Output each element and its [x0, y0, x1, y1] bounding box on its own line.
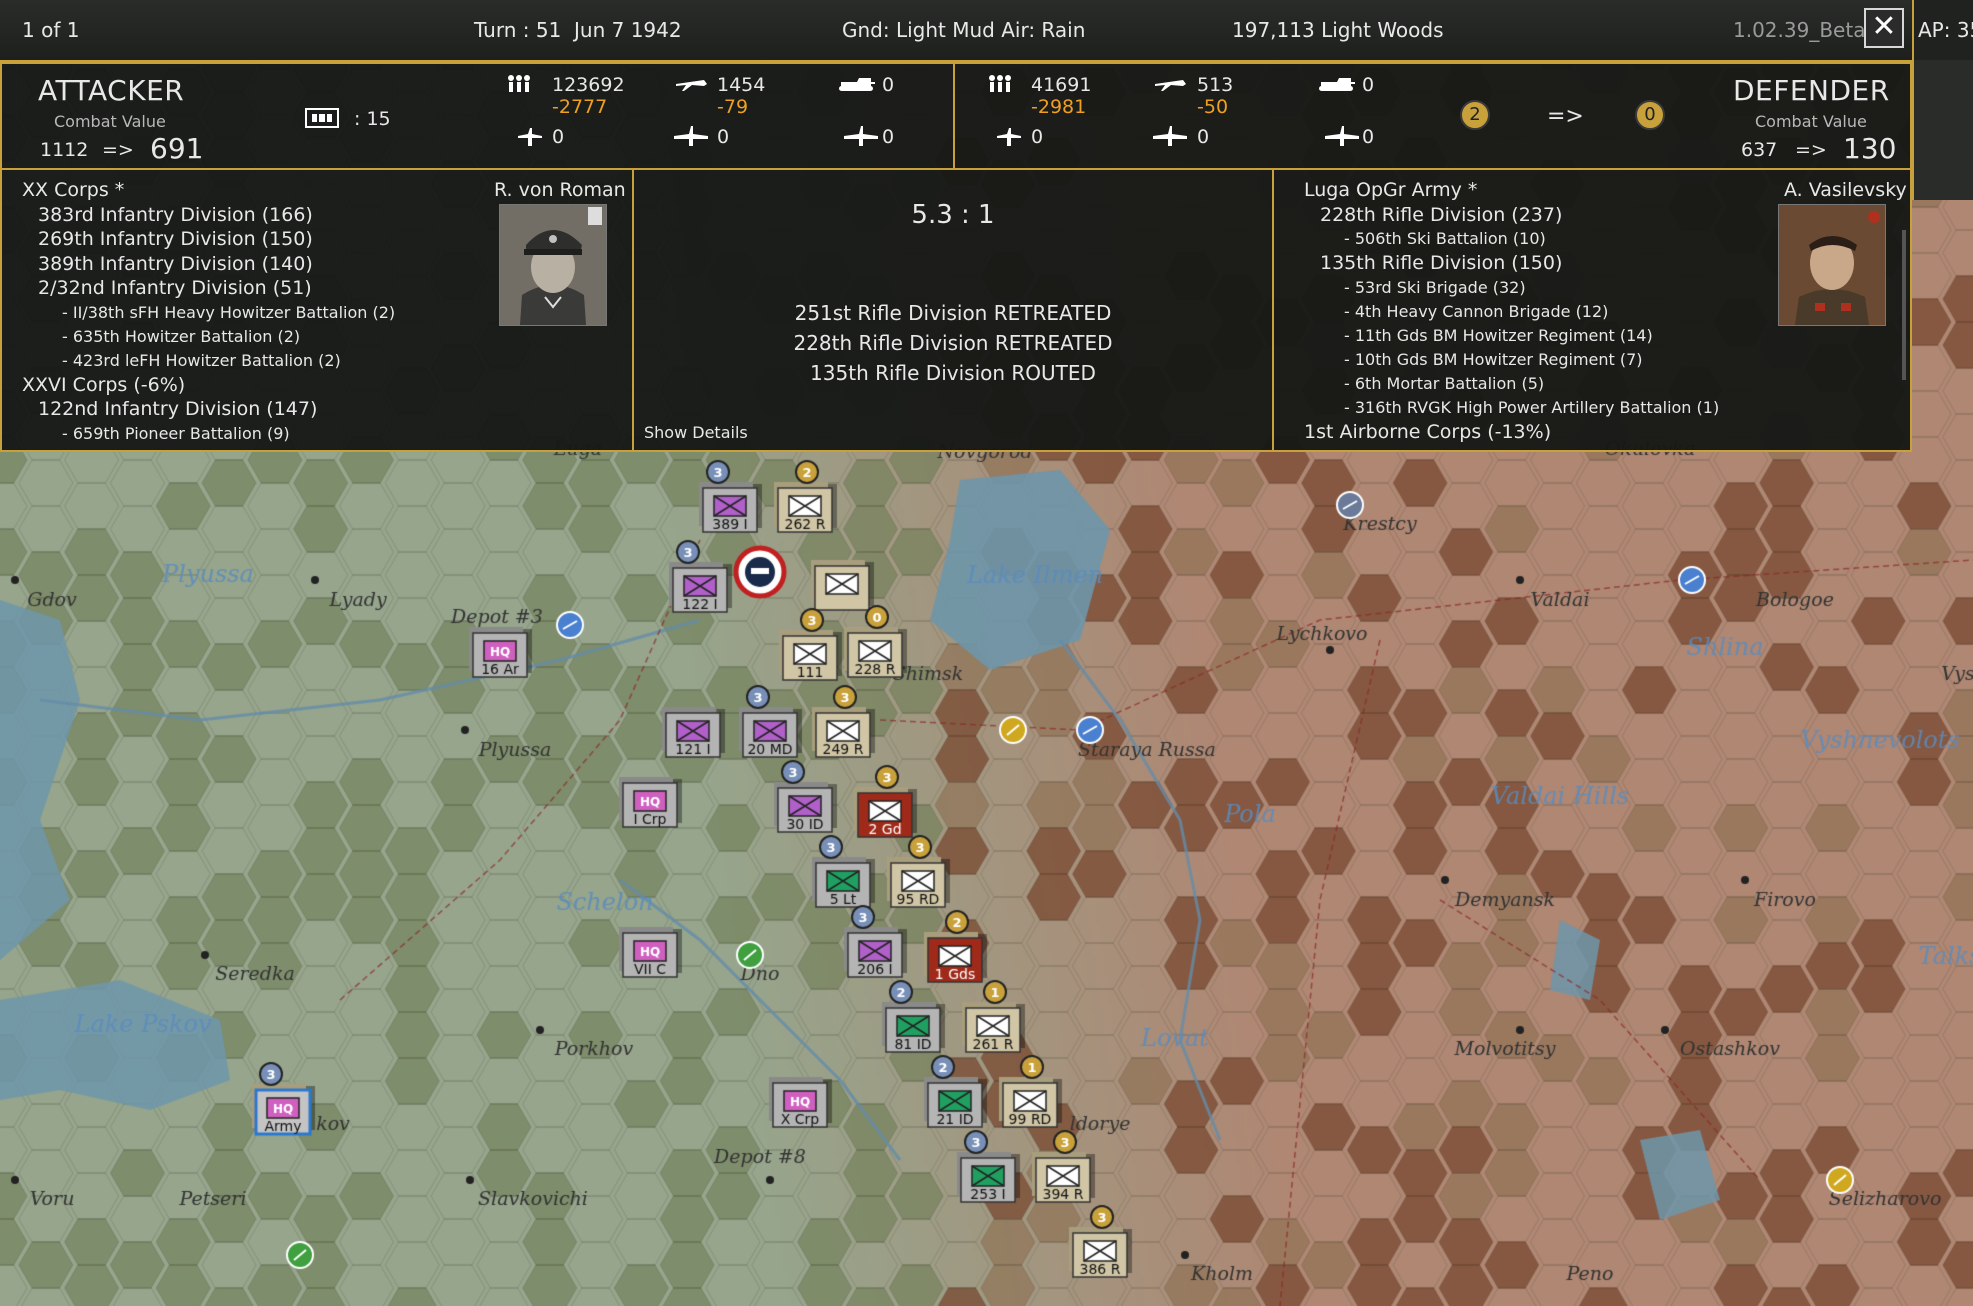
support-unit-entry: - 659th Pioneer Battalion (9): [62, 423, 290, 443]
fort-level-to-badge: 0: [1635, 100, 1665, 130]
attacker-stats-panel: ATTACKER Combat Value 1112 => 691 : 15 1…: [0, 62, 955, 170]
support-unit-entry: - 635th Howitzer Battalion (2): [62, 326, 301, 346]
top-bar: 1 of 1 Turn : 51 Jun 7 1942 Gnd: Light M…: [0, 0, 1912, 63]
division-entry: 389th Infantry Division (140): [38, 252, 313, 275]
defender-aircraft: 513: [1197, 74, 1234, 96]
tank-icon: [1319, 78, 1355, 91]
support-unit-entry: - 10th Gds BM Howitzer Regiment (7): [1344, 349, 1643, 369]
attacker-cv-label: Combat Value: [54, 112, 166, 131]
defender-unit-list: Luga OpGr Army * 228th Rifle Division (23…: [1304, 178, 1719, 444]
corps-entry: XXVI Corps (-6%): [22, 373, 186, 396]
fighter-icon: [1155, 80, 1186, 91]
division-entry: 122nd Infantry Division (147): [38, 398, 318, 420]
attacker-commander-portrait: [499, 204, 607, 326]
fighter-icon: [676, 80, 707, 91]
corps-entry: 1st Airborne Corps (-13%): [1304, 420, 1552, 443]
attacker-cv-to: 691: [150, 132, 204, 165]
attacker-aircraft: 1454: [717, 74, 766, 96]
attacker-men: 123692: [552, 74, 625, 96]
division-entry: 228th Rifle Division (237): [1320, 203, 1563, 226]
attacker-guns: 0: [552, 126, 565, 148]
corps-entry: XX Corps *: [22, 179, 125, 201]
defender-men-loss: -2981: [1031, 96, 1087, 118]
defender-list-scrollbar[interactable]: [1902, 230, 1906, 380]
defender-commander-name: A. Vasilevsky: [1784, 179, 1907, 201]
bomber-icon: [1153, 126, 1187, 146]
result-line-3: 135th Rifle Division ROUTED: [810, 361, 1096, 385]
side-strip: [1912, 60, 1973, 200]
support-unit-entry: - 4th Heavy Cannon Brigade (12): [1344, 301, 1609, 321]
defender-units-panel: Luga OpGr Army * 228th Rifle Division (23…: [1272, 168, 1912, 452]
weather-label: Gnd: Light Mud Air: Rain: [842, 18, 1086, 42]
support-unit-entry: - 53rd Ski Brigade (32): [1344, 277, 1526, 297]
transport-icon: [1325, 126, 1359, 146]
division-entry: 135th Rifle Division (150): [1320, 252, 1563, 274]
corps-entry: Luga OpGr Army *: [1304, 179, 1478, 201]
defender-cv-arrow: =>: [1795, 139, 1827, 161]
defender-bombers: 0: [1362, 126, 1375, 148]
division-entry: 269th Infantry Division (150): [38, 228, 313, 250]
defender-cv-to: 130: [1843, 132, 1897, 165]
turn-label: Turn : 51: [474, 18, 562, 42]
defender-aircraft-loss: -50: [1197, 96, 1229, 118]
support-unit-entry: - 423rd leFH Howitzer Battalion (2): [62, 350, 341, 370]
defender-title: DEFENDER: [1733, 74, 1890, 107]
defender-air-support: 0: [1197, 126, 1210, 148]
attacker-cv-from: 1112: [40, 139, 89, 161]
result-line-1: 251st Rifle Division RETREATED: [794, 301, 1112, 325]
defender-guns: 0: [1031, 126, 1044, 148]
men-icon: [989, 75, 1011, 92]
division-entry: 383rd Infantry Division (166): [38, 203, 313, 226]
transport-icon: [844, 126, 878, 146]
version-label: 1.02.39_Beta: [1733, 18, 1866, 42]
support-unit-entry: - 6th Mortar Battalion (5): [1344, 373, 1545, 393]
defender-cv-label: Combat Value: [1755, 112, 1867, 131]
attacker-hq-count: : 15: [354, 108, 391, 130]
date-label: Jun 7 1942: [574, 18, 682, 42]
result-line-2: 228th Rifle Division RETREATED: [793, 331, 1113, 355]
bomber-icon: [674, 126, 708, 146]
attacker-unit-list: XX Corps * 383rd Infantry Division (166) 2…: [22, 178, 395, 446]
fort-arrow: =>: [1547, 104, 1584, 129]
show-details-link[interactable]: Show Details: [644, 423, 748, 442]
attacker-commander-name: R. von Roman: [494, 179, 626, 201]
attacker-bombers: 0: [882, 126, 895, 148]
hq-icon: [305, 108, 339, 128]
attacker-men-loss: -2777: [552, 96, 608, 118]
support-unit-entry: - II/38th sFH Heavy Howitzer Battalion (…: [62, 302, 396, 322]
support-unit-entry: - 11th Gds BM Howitzer Regiment (14): [1344, 325, 1653, 345]
attacker-cv-arrow: =>: [102, 139, 134, 161]
defender-stats-panel: 41691 -2981 513 -50 0 0 0 0 2 => 0 DEFEN…: [953, 62, 1912, 170]
attacker-aircraft-loss: -79: [717, 96, 749, 118]
support-unit-entry: - 316th RVGK High Power Artillery Battal…: [1344, 397, 1720, 417]
tank-icon: [839, 78, 875, 91]
fort-level-from-badge: 2: [1460, 100, 1490, 130]
close-button[interactable]: ✕: [1864, 8, 1904, 48]
attacker-title: ATTACKER: [38, 74, 185, 107]
ground-support-icon: [997, 128, 1021, 146]
defender-commander-portrait: [1778, 204, 1886, 326]
action-points: AP: 35: [1912, 0, 1973, 63]
defender-tanks: 0: [1362, 74, 1375, 96]
defender-men: 41691: [1031, 74, 1092, 96]
attacker-air-support: 0: [717, 126, 730, 148]
attacker-units-panel: XX Corps * 383rd Infantry Division (166) 2…: [0, 168, 634, 452]
page-indicator: 1 of 1: [22, 18, 80, 42]
attacker-tanks: 0: [882, 74, 895, 96]
combat-result-panel: 5.3 : 1 251st Rifle Division RETREATED 2…: [632, 168, 1274, 452]
ground-support-icon: [518, 128, 542, 146]
ap-label: AP: 35: [1918, 18, 1973, 42]
defender-cv-from: 637: [1741, 139, 1778, 161]
men-icon: [508, 75, 530, 92]
division-entry: 2/32nd Infantry Division (51): [38, 277, 312, 299]
combat-odds: 5.3 : 1: [911, 200, 995, 230]
support-unit-entry: - 506th Ski Battalion (10): [1344, 229, 1546, 248]
hex-info: 197,113 Light Woods: [1232, 18, 1444, 42]
